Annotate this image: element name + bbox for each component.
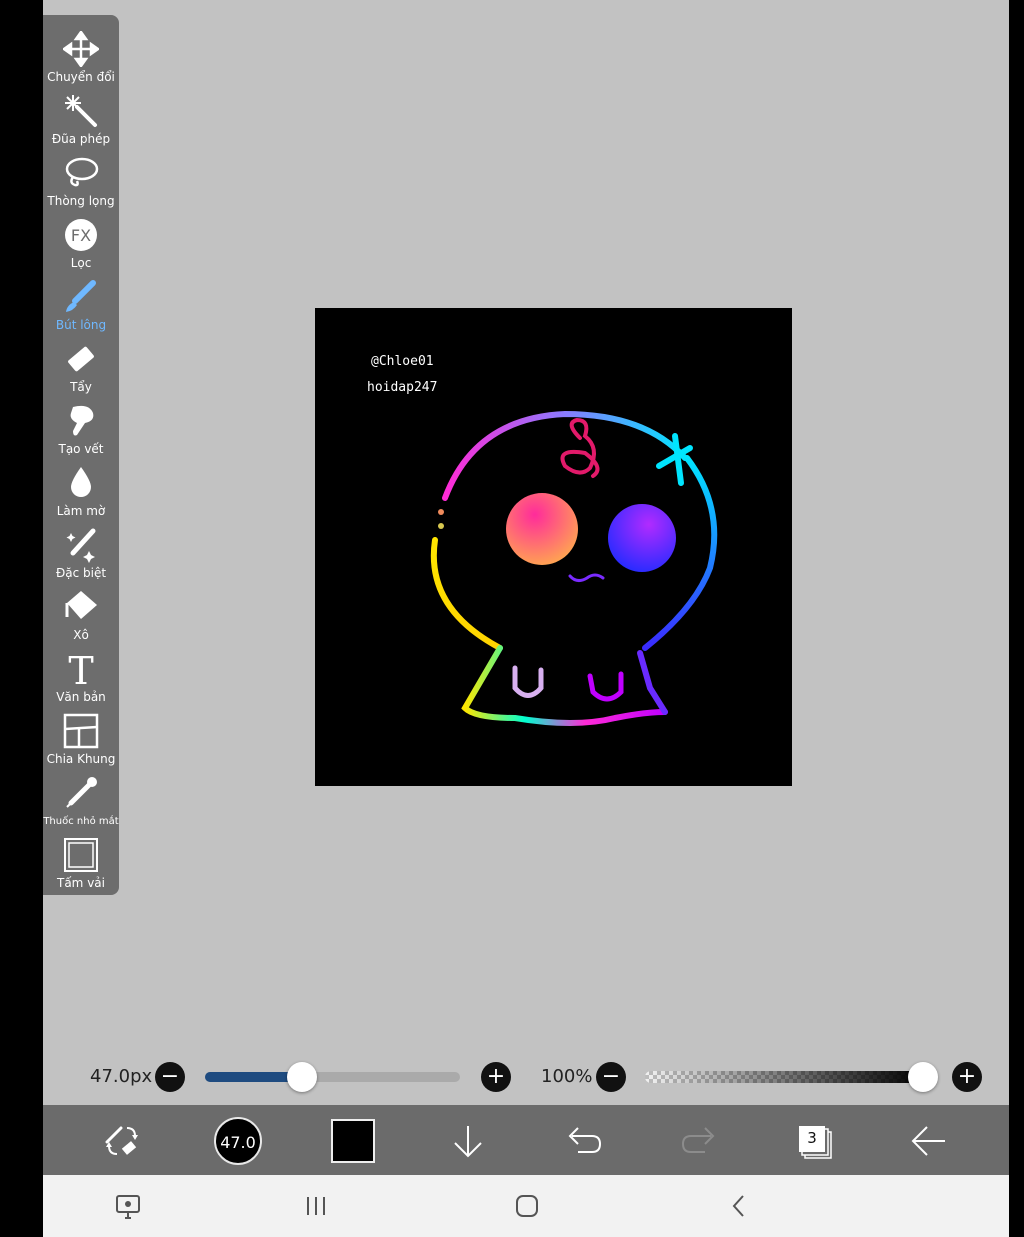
eyedropper-icon [66,777,97,808]
smudge-icon [70,405,94,436]
system-navigation-bar [43,1175,1009,1237]
tool-smudge[interactable]: Tạo vết [43,401,119,463]
minus-icon: − [160,1064,180,1089]
tool-canvas[interactable]: Tấm vải [43,835,119,897]
frame-divider-icon [63,713,99,749]
tool-filter[interactable]: FX Lọc [43,215,119,277]
eraser-icon [68,346,94,372]
tool-label: Chuyển đổi [47,70,115,84]
svg-text:T: T [68,651,93,687]
tool-sidebar: Chuyển đổi Đũa phép Thòng lọng FX Lọc Bú… [43,15,119,895]
tool-label: Làm mờ [56,504,106,518]
tool-bucket[interactable]: Xô [43,587,119,649]
special-wand-icon [66,528,96,563]
tool-label: Thòng lọng [47,194,115,208]
back-arrow-icon[interactable] [909,1122,949,1160]
brush-size-button[interactable]: 47.0 [214,1117,262,1165]
tool-label: Tấm vải [57,876,105,890]
tool-blur[interactable]: Làm mờ [43,463,119,525]
tool-label: Lọc [70,256,92,270]
tool-label: Chia Khung [46,752,116,766]
plus-icon: + [957,1064,977,1089]
tool-lasso[interactable]: Thòng lọng [43,153,119,215]
opacity-slider-handle[interactable] [908,1062,938,1092]
fx-filter-icon: FX [65,219,97,251]
tool-label: Đặc biệt [55,566,107,580]
tool-label: Thuốc nhỏ mắt [43,816,119,827]
layers-button[interactable]: 3 [795,1122,835,1162]
ghost-drawing [430,410,718,726]
tool-frame-divider[interactable]: Chia Khung [43,711,119,773]
blur-drop-icon [71,467,91,497]
minus-icon: − [601,1064,621,1089]
tool-label: Tẩy [70,380,92,394]
undo-icon[interactable] [564,1122,604,1160]
brush-icon [66,280,96,312]
tool-label: Bút lông [55,318,107,332]
magic-wand-icon [65,95,97,127]
tool-brush[interactable]: Bút lông [43,277,119,339]
redo-icon[interactable] [679,1122,719,1160]
nav-back-icon[interactable] [725,1192,753,1220]
brush-size-decrease-button[interactable]: − [155,1062,185,1092]
plus-icon: + [486,1064,506,1089]
opacity-value: 100% [541,1066,593,1087]
swap-brush-eraser-icon[interactable] [103,1122,141,1160]
tool-eraser[interactable]: Tẩy [43,339,119,401]
brush-size-badge: 47.0 [220,1133,256,1152]
lasso-icon [65,157,99,187]
color-swatch-button[interactable] [331,1119,375,1163]
bucket-icon [65,591,97,619]
tool-eyedropper[interactable]: Thuốc nhỏ mắt [43,773,119,835]
brush-size-slider-handle[interactable] [287,1062,317,1092]
move-icon [63,31,99,67]
tool-label: Đũa phép [51,132,111,146]
tool-special[interactable]: Đặc biệt [43,525,119,587]
bottom-toolbar: 47.0 3 [43,1105,1009,1175]
brush-size-increase-button[interactable]: + [481,1062,511,1092]
text-icon: T [68,651,93,687]
tool-label: Xô [73,628,89,642]
home-icon[interactable] [513,1192,541,1220]
drawing-canvas[interactable]: @Chloe01 hoidap247 [315,308,792,786]
canvas-icon [64,838,98,872]
tool-move[interactable]: Chuyển đổi [43,29,119,91]
recent-apps-icon[interactable] [302,1192,330,1220]
opacity-decrease-button[interactable]: − [596,1062,626,1092]
tool-text[interactable]: T Văn bản [43,649,119,711]
opacity-slider[interactable] [645,1071,923,1083]
opacity-increase-button[interactable]: + [952,1062,982,1092]
download-arrow-icon[interactable] [449,1122,487,1160]
screen-assist-icon[interactable] [114,1192,142,1220]
tool-label: Văn bản [56,690,106,704]
tool-magic-wand[interactable]: Đũa phép [43,91,119,153]
svg-text:FX: FX [71,226,91,245]
brush-size-value: 47.0px [90,1066,153,1087]
layer-count: 3 [807,1129,817,1147]
screen-edge [1009,0,1024,1237]
tool-label: Tạo vết [58,442,104,456]
